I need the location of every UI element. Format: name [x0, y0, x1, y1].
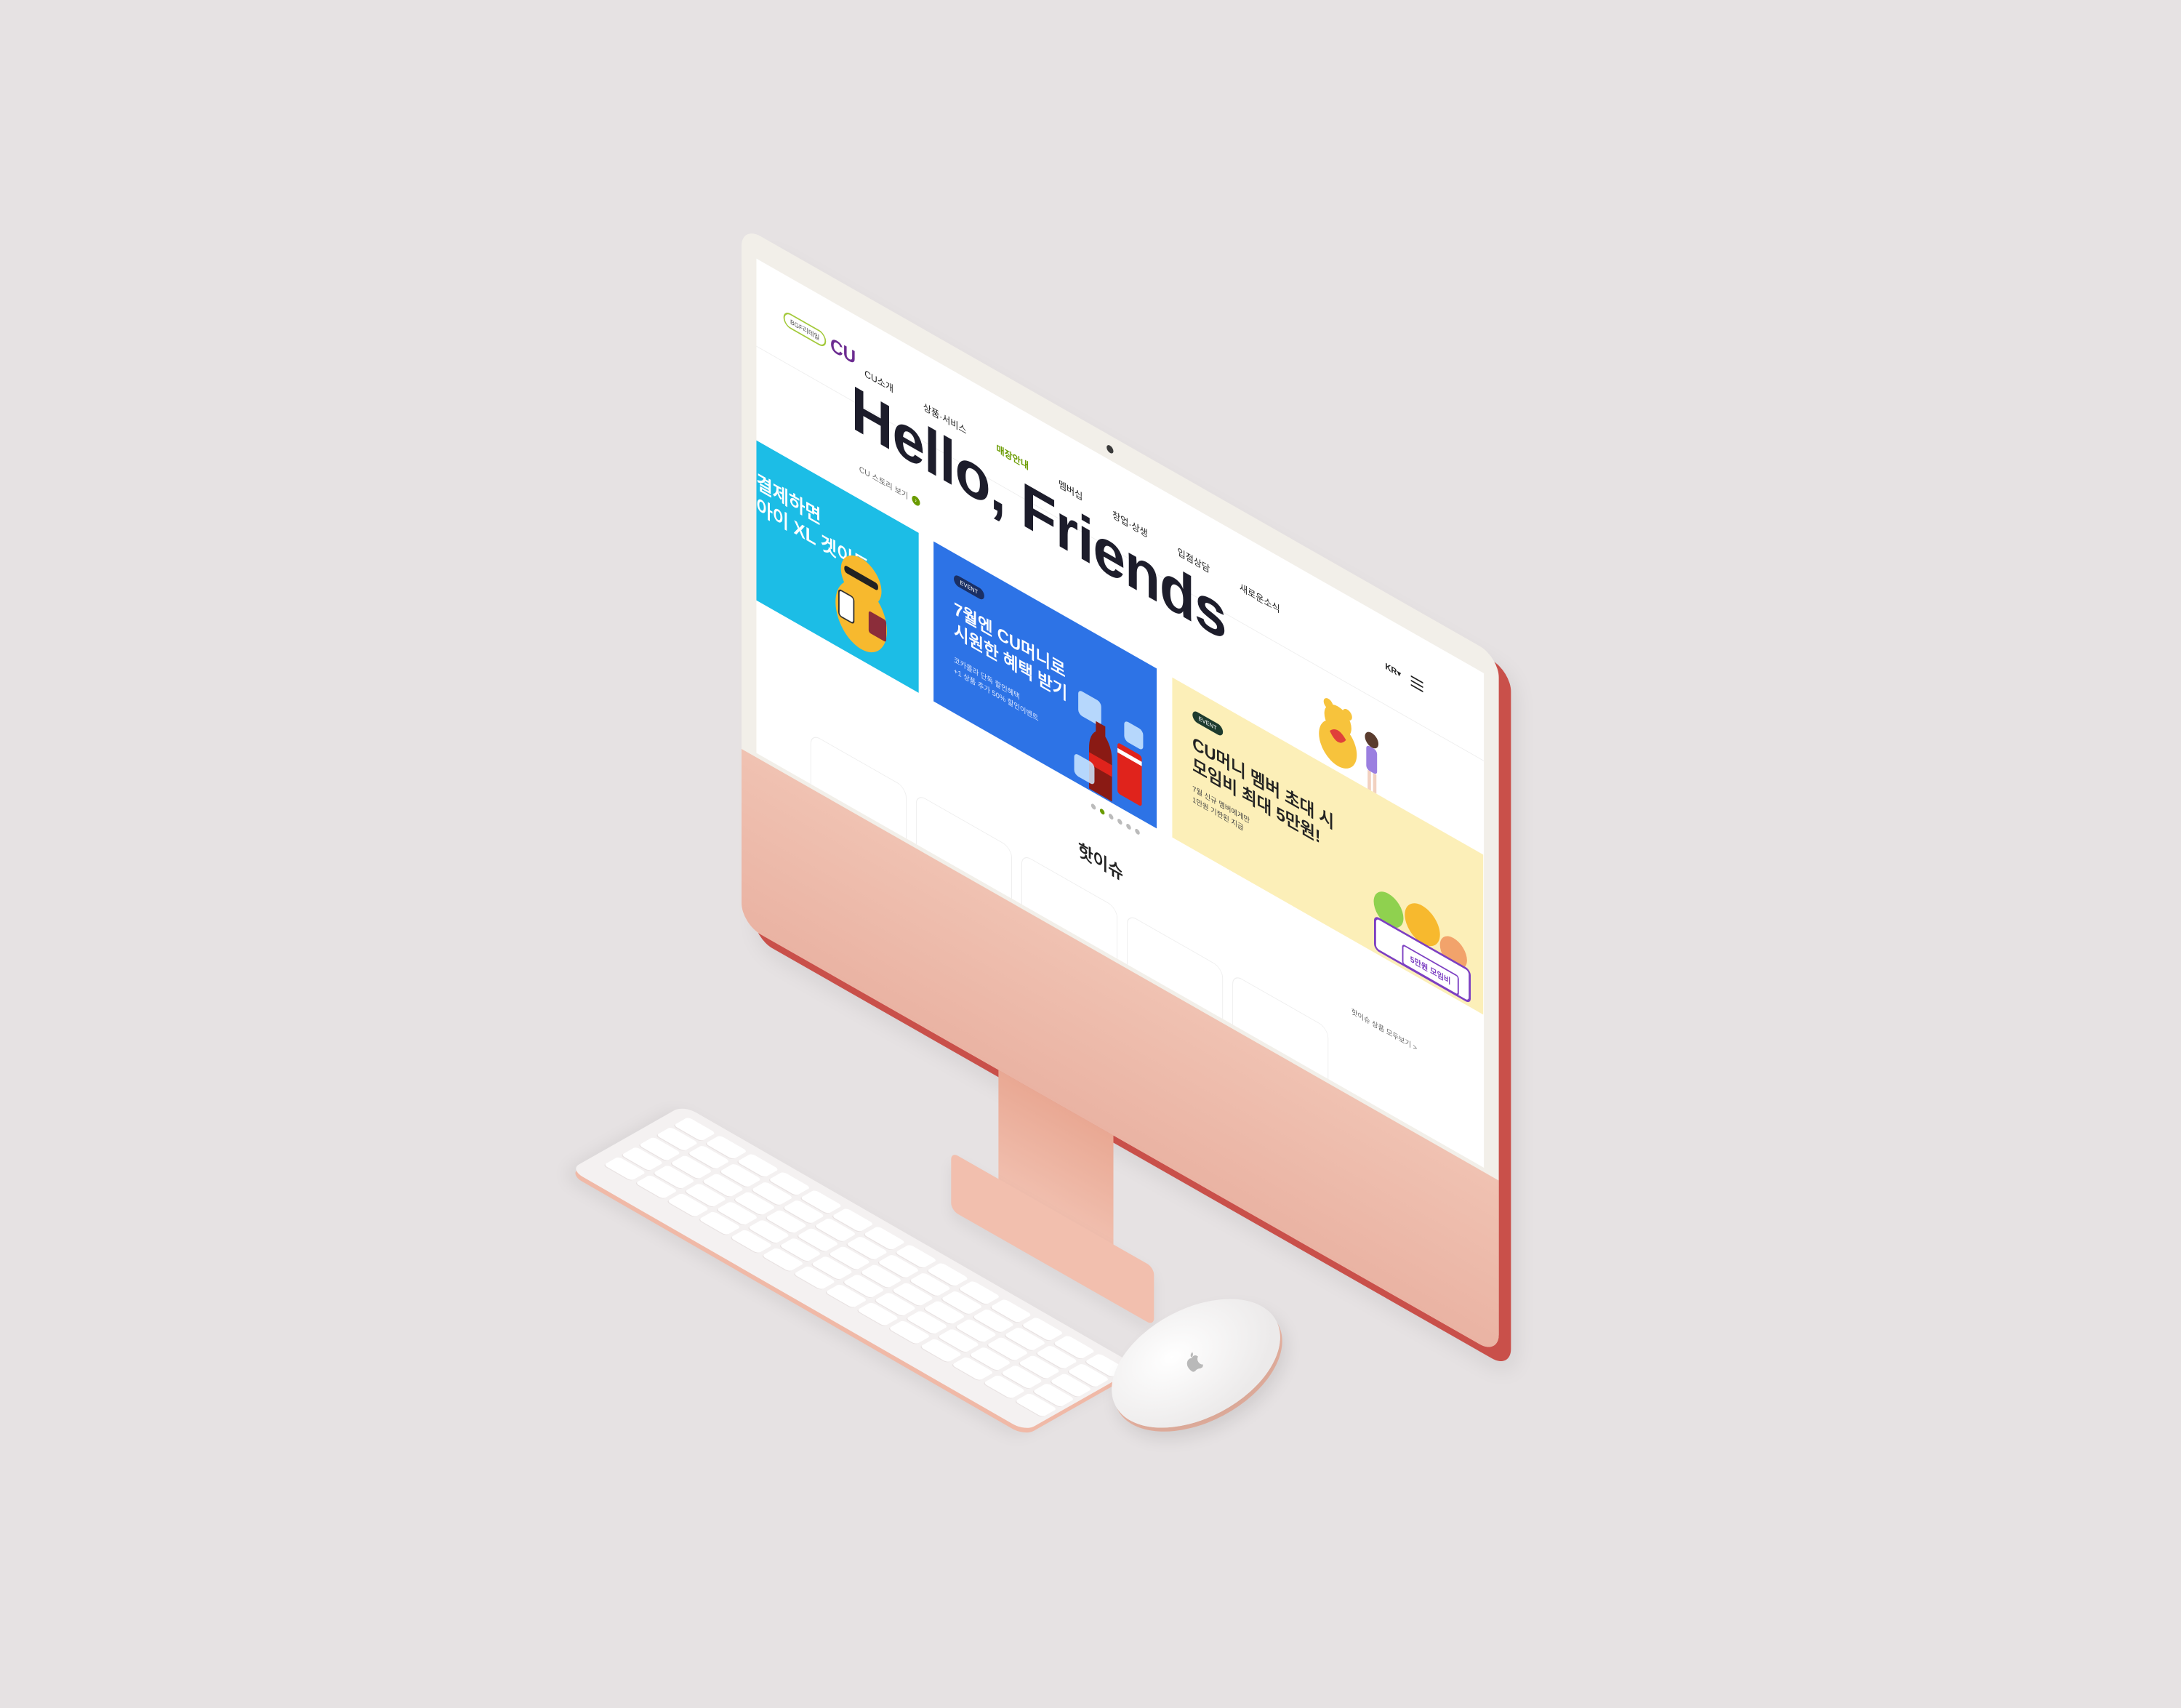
carousel-dot[interactable]: [1135, 827, 1140, 836]
apple-logo-icon: [1186, 1352, 1203, 1372]
promo-banner-cyan[interactable]: 결제하면 아이 XL 겟이득: [756, 433, 919, 693]
main-nav: CU소개 상품·서비스 매장안내 멤버십 창업·상생 입점상담 새로운소식: [864, 365, 1280, 616]
nav-item-news[interactable]: 새로운소식: [1240, 579, 1280, 616]
carousel-dot[interactable]: [1117, 817, 1122, 826]
cu-friends-illustration: [1373, 891, 1471, 1003]
logo-text: CU: [830, 332, 856, 369]
imac-display: BGF리테일 CU CU소개 상품·서비스 매장안내 멤버십 창업·상생 입점상…: [742, 225, 1620, 1708]
carousel-dot[interactable]: [1108, 812, 1114, 821]
carousel-dot[interactable]: [1090, 803, 1096, 811]
bear-mascot-illustration: [835, 555, 887, 653]
carousel-dot[interactable]: [1126, 822, 1131, 831]
logo-badge: BGF리테일: [783, 309, 827, 350]
event-badge: EVENT: [1192, 709, 1223, 738]
cu-logo[interactable]: BGF리테일 CU: [783, 306, 856, 370]
hot-issue-more-link[interactable]: 핫이슈 상품 모두보기 >: [1351, 1005, 1417, 1053]
camera-icon: [1106, 444, 1114, 455]
hot-issue-title: 핫이슈: [1078, 839, 1123, 886]
language-selector[interactable]: KR▾: [1385, 661, 1401, 680]
event-badge: EVENT: [954, 573, 984, 602]
product-mockup-scene: BGF리테일 CU CU소개 상품·서비스 매장안내 멤버십 창업·상생 입점상…: [0, 0, 2181, 1636]
arrow-right-icon: ›: [911, 494, 920, 508]
carousel-dot-active[interactable]: [1099, 807, 1105, 816]
cola-bottles-illustration: [1074, 691, 1144, 806]
hamburger-menu-icon[interactable]: [1410, 675, 1423, 693]
